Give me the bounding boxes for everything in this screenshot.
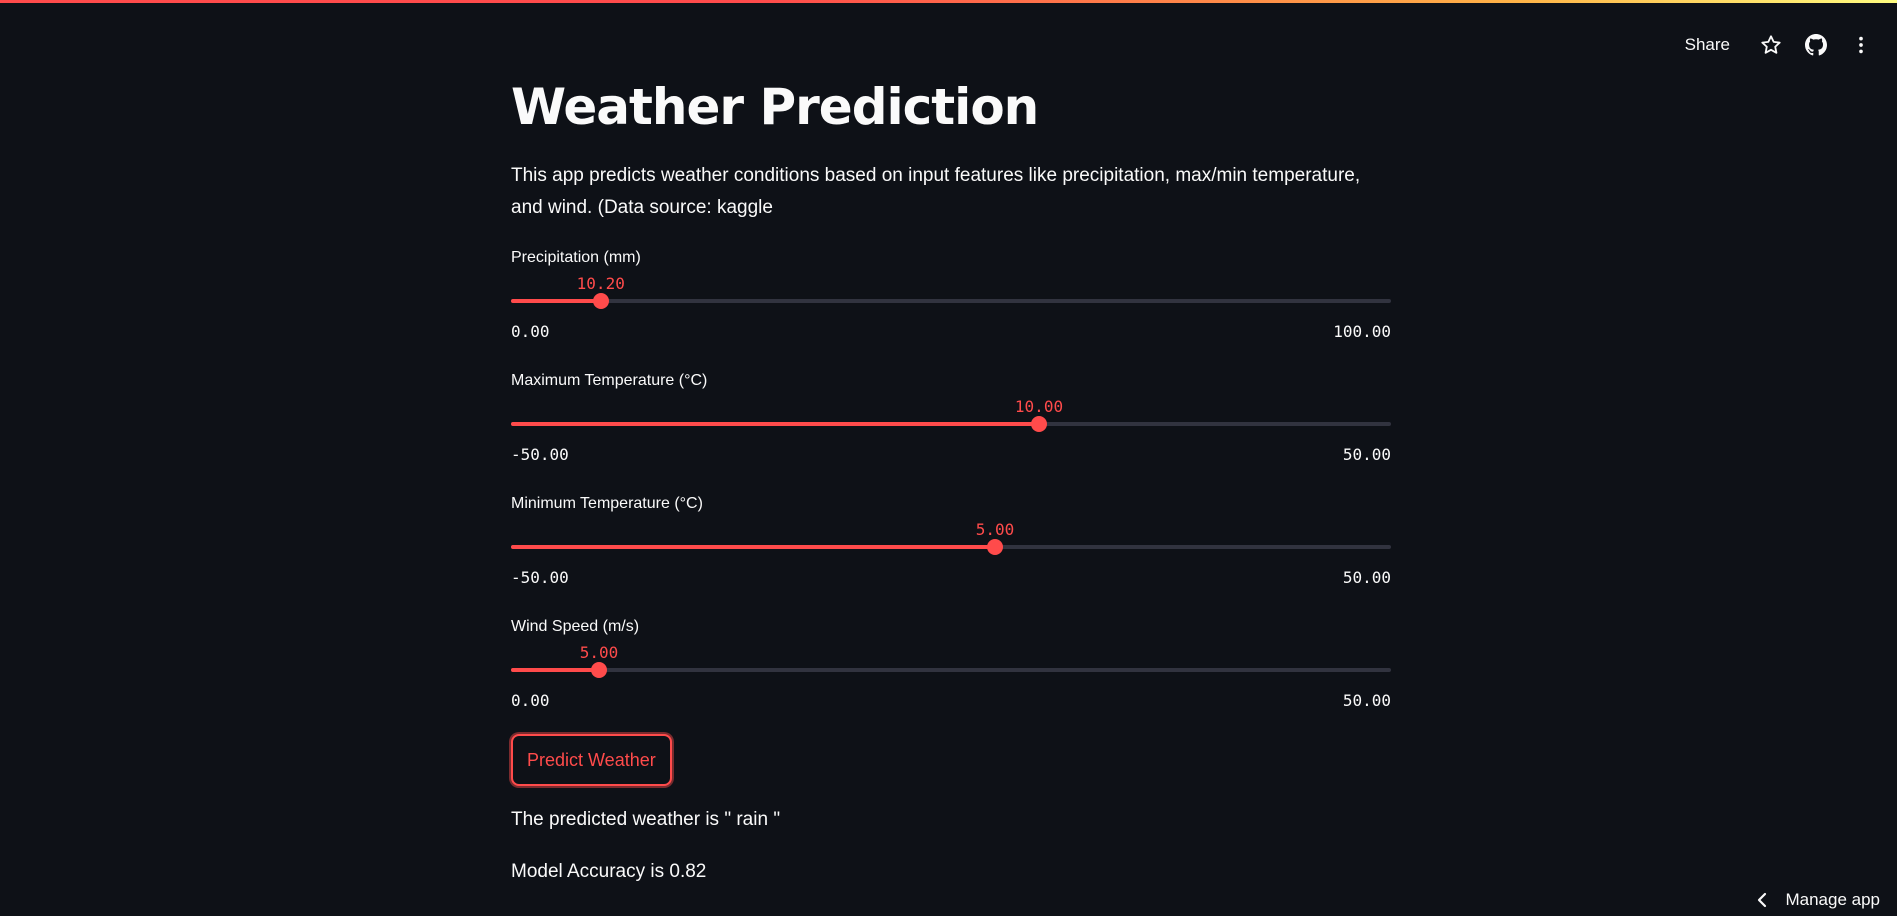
share-button[interactable]: Share (1675, 31, 1740, 59)
prediction-result: The predicted weather is " rain " (511, 809, 781, 830)
max-temperature-slider: Maximum Temperature (°C) 10.00 -50.00 50… (511, 372, 1391, 482)
slider-thumb[interactable] (592, 293, 609, 309)
slider-min-label: 0.00 (511, 691, 550, 710)
slider-track[interactable] (511, 416, 1391, 432)
slider-current-value: 10.20 (576, 274, 625, 293)
slider-current-value: 5.00 (579, 643, 619, 662)
predict-weather-button[interactable]: Predict Weather (511, 734, 672, 786)
slider-min-label: 0.00 (511, 322, 550, 341)
slider-track-fill (511, 422, 1039, 426)
slider-label: Wind Speed (m/s) (511, 618, 640, 635)
slider-track[interactable] (511, 293, 1391, 309)
github-icon[interactable] (1802, 31, 1830, 59)
slider-track-fill (511, 545, 995, 549)
slider-max-label: 100.00 (1333, 322, 1391, 341)
slider-label: Minimum Temperature (°C) (511, 495, 703, 512)
slider-label: Precipitation (mm) (511, 249, 641, 266)
chevron-left-icon (1758, 892, 1767, 908)
more-vertical-icon[interactable] (1847, 31, 1875, 59)
manage-app-label: Manage app (1785, 890, 1880, 909)
slider-max-label: 50.00 (1342, 568, 1391, 587)
slider-current-value: 10.00 (1014, 397, 1064, 416)
slider-min-label: -50.00 (511, 445, 569, 464)
min-temperature-slider: Minimum Temperature (°C) 5.00 -50.00 50.… (511, 495, 1391, 605)
star-icon[interactable] (1757, 31, 1785, 59)
header-toolbar: Share (1675, 31, 1875, 59)
model-accuracy: Model Accuracy is 0.82 (511, 861, 707, 882)
slider-max-label: 50.00 (1342, 691, 1391, 710)
wind-speed-slider: Wind Speed (m/s) 5.00 0.00 50.00 (511, 618, 1391, 728)
app-description: This app predicts weather conditions bas… (511, 165, 1361, 218)
slider-track[interactable] (511, 662, 1391, 678)
slider-track-fill (511, 299, 601, 303)
slider-max-label: 50.00 (1342, 445, 1391, 464)
precipitation-slider: Precipitation (mm) 10.20 0.00 100.00 (511, 249, 1391, 359)
slider-thumb[interactable] (1031, 416, 1047, 432)
slider-track-fill (511, 668, 599, 672)
slider-min-label: -50.00 (511, 568, 569, 587)
slider-thumb[interactable] (591, 662, 607, 678)
manage-app-button[interactable]: Manage app (1755, 890, 1880, 910)
slider-thumb[interactable] (987, 539, 1003, 555)
top-decoration-bar (0, 0, 1897, 3)
slider-label: Maximum Temperature (°C) (511, 372, 708, 389)
page-title: Weather Prediction (511, 78, 1039, 136)
slider-current-value: 5.00 (975, 520, 1015, 539)
slider-track[interactable] (511, 539, 1391, 555)
